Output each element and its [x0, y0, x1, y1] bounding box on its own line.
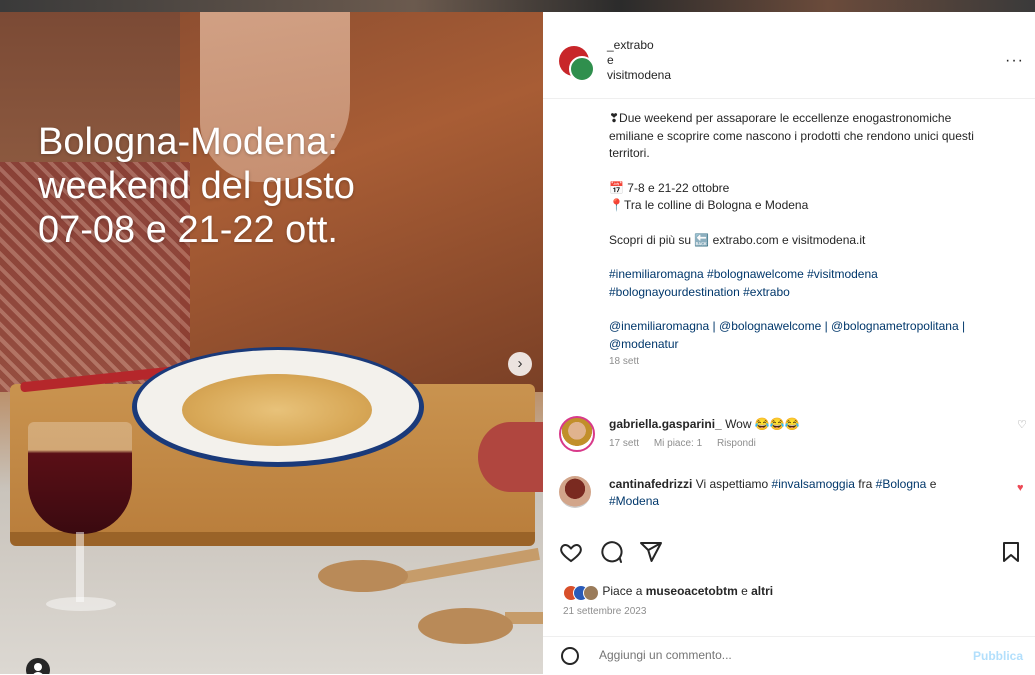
image-title-line: weekend del gusto [38, 165, 355, 207]
chevron-right-icon[interactable]: › [508, 352, 532, 376]
avatar [583, 584, 599, 601]
post-image[interactable]: Bologna-Modena: weekend del gusto 07-08 … [0, 12, 543, 674]
author-connector: e [607, 53, 614, 67]
caption-dates: 📅 7-8 e 21-22 ottobre [609, 180, 730, 195]
post-window: Bologna-Modena: weekend del gusto 07-08 … [0, 0, 1035, 674]
comment-text: e [929, 477, 937, 491]
caption-age: 18 sett [609, 356, 640, 367]
emoji-icon[interactable] [561, 647, 579, 665]
share-icon[interactable] [639, 540, 663, 564]
likes-connector: e [741, 584, 748, 598]
image-glass-foot [46, 597, 116, 611]
comment: gabriella.gasparini_ Wow 😂😂😂 [609, 416, 989, 433]
heart-icon[interactable]: ♡ [1017, 418, 1027, 431]
liker-avatars [563, 584, 599, 601]
caption-intro: ❣Due weekend per assaporare le eccellenz… [609, 111, 974, 160]
heart-icon[interactable]: ♥ [1017, 482, 1024, 494]
comment-text: Wow 😂😂😂 [725, 417, 800, 431]
post-header: _extrabo e visitmodena ··· [543, 12, 1035, 99]
image-wine-glass [28, 422, 132, 534]
action-bar [559, 540, 1019, 570]
comment-user[interactable]: gabriella.gasparini_ [609, 417, 722, 431]
comment-age: 17 sett [609, 438, 640, 449]
comment-text: Vi aspettiamo [695, 477, 769, 491]
image-title-line: 07-08 e 21-22 ott. [38, 209, 338, 251]
likes-user[interactable]: museoacetobtm [646, 584, 738, 598]
image-spoon [318, 560, 408, 592]
comment-text: fra [858, 477, 873, 491]
comment-icon[interactable] [599, 540, 623, 564]
author-names: _extrabo e visitmodena [607, 38, 671, 83]
post-caption: ❣Due weekend per assaporare le eccellenz… [609, 110, 989, 371]
image-spoon-handle [400, 547, 540, 585]
post-sidebar: _extrabo e visitmodena ··· ❣Due weekend … [543, 12, 1035, 674]
likes-others[interactable]: altri [751, 584, 773, 598]
comment-input[interactable] [599, 648, 899, 662]
publish-button[interactable]: Pubblica [973, 649, 1023, 663]
comment: cantinafedrizzi Vi aspettiamo #invalsamo… [609, 476, 989, 510]
author-link[interactable]: visitmodena [607, 68, 671, 83]
caption-place: 📍Tra le colline di Bologna e Modena [609, 198, 809, 212]
more-options-icon[interactable]: ··· [1005, 52, 1024, 70]
caption-mentions[interactable]: @inemiliaromagna | @bolognawelcome | @bo… [609, 318, 989, 353]
image-pasta [182, 374, 372, 446]
user-tag-icon[interactable] [26, 658, 50, 674]
hashtag-link[interactable]: #Modena [609, 494, 659, 508]
avatar[interactable] [559, 416, 595, 452]
image-spoon [418, 608, 513, 644]
reply-button[interactable]: Rispondi [717, 438, 756, 449]
likes-prefix: Piace a [602, 584, 643, 598]
comment-meta: 17 sett Mi piace: 1 Rispondi [609, 438, 768, 449]
image-title-line: Bologna-Modena: [38, 121, 338, 163]
image-bowl [478, 422, 543, 492]
heart-icon[interactable] [559, 540, 583, 564]
bookmark-icon[interactable] [999, 540, 1023, 564]
hashtag-link[interactable]: #Bologna [876, 477, 927, 491]
comment-likes[interactable]: Mi piace: 1 [654, 438, 702, 449]
avatar[interactable] [559, 476, 591, 508]
image-glass-stem [76, 532, 84, 602]
background-strip [0, 0, 1035, 12]
caption-more: Scopri di più su 🔙 extrabo.com e visitmo… [609, 232, 866, 247]
caption-hashtags[interactable]: #inemiliaromagna #bolognawelcome #visitm… [609, 266, 989, 301]
post-date: 21 settembre 2023 [563, 606, 647, 617]
image-title: Bologna-Modena: weekend del gusto 07-08 … [38, 120, 498, 252]
image-board-edge [10, 532, 535, 546]
hashtag-link[interactable]: #invalsamoggia [772, 477, 855, 491]
comment-user[interactable]: cantinafedrizzi [609, 477, 692, 491]
add-comment-bar: Pubblica [543, 636, 1035, 675]
avatar[interactable] [569, 56, 595, 82]
likes-summary[interactable]: Piace a museoacetobtm e altri [563, 584, 773, 601]
author-link[interactable]: _extrabo [607, 38, 671, 53]
